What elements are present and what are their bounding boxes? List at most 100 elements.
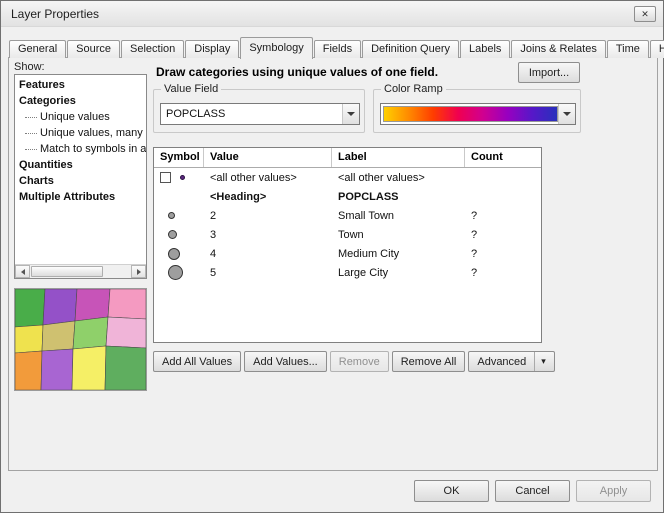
value-field-combobox[interactable]: POPCLASS [160,103,360,125]
color-ramp-group-label: Color Ramp [381,83,446,95]
tab-definition-query[interactable]: Definition Query [362,40,459,58]
scroll-right-button[interactable] [131,265,146,278]
label-cell: Large City [332,267,465,279]
close-icon: ✕ [641,9,649,19]
map-polygon [41,349,73,390]
column-header-count: Count [465,148,541,167]
table-row[interactable]: 2Small Town? [154,206,541,225]
advanced-button[interactable]: Advanced▾ [468,351,554,372]
show-item-unique-values-many[interactable]: Unique values, many [15,125,146,141]
map-polygon [42,321,75,351]
label-cell: Medium City [332,248,465,260]
column-header-label: Label [332,148,465,167]
count-cell: ? [465,229,541,241]
show-item-features[interactable]: Features [15,77,146,93]
remove-button[interactable]: Remove [330,351,389,372]
layer-properties-dialog: Layer Properties ✕ GeneralSourceSelectio… [0,0,664,513]
table-row[interactable]: 3Town? [154,225,541,244]
close-button[interactable]: ✕ [634,6,656,22]
apply-button[interactable]: Apply [576,480,651,502]
scroll-left-button[interactable] [15,265,30,278]
tree-connector-icon [25,133,37,134]
symbol-cell [154,244,204,263]
table-row[interactable]: 4Medium City? [154,244,541,263]
tree-connector-icon [25,117,37,118]
add-all-values-button[interactable]: Add All Values [153,351,241,372]
table-row[interactable]: 5Large City? [154,263,541,282]
show-item-unique-values[interactable]: Unique values [15,109,146,125]
chevron-down-icon [563,112,571,116]
map-polygon [73,317,108,349]
map-polygon [75,289,110,321]
tree-horizontal-scrollbar[interactable] [15,264,146,278]
scroll-left-icon [21,269,25,275]
values-table-header: SymbolValueLabelCount [154,148,541,168]
show-tree: Features Categories Unique values Unique va… [15,77,146,205]
symbology-preview [14,288,147,391]
symbol-cell [154,206,204,225]
tab-joins-relates[interactable]: Joins & Relates [511,40,605,58]
color-ramp-group: Color Ramp [373,89,581,133]
value-field-selected: POPCLASS [161,108,342,120]
show-item-label: Unique values, many [40,127,143,139]
symbol-cell [154,225,204,244]
tab-general[interactable]: General [9,40,66,58]
count-cell: ? [465,267,541,279]
show-item-label: Unique values [40,111,110,123]
value-cell: 2 [204,210,332,222]
label-cell: Small Town [332,210,465,222]
ok-button[interactable]: OK [414,480,489,502]
color-ramp-combobox[interactable] [380,103,576,125]
map-polygon [72,346,106,390]
map-polygon [108,289,146,319]
value-field-dropdown-button[interactable] [342,104,359,124]
show-item-charts[interactable]: Charts [15,173,146,189]
titlebar[interactable]: Layer Properties ✕ [1,1,663,27]
show-item-label: Charts [19,175,54,187]
tab-time[interactable]: Time [607,40,649,58]
tree-connector-icon [25,149,37,150]
action-button-row: Add All ValuesAdd Values... Remove Remove … [153,351,555,372]
color-ramp-preview [383,106,558,122]
map-polygon [43,289,77,325]
tab-labels[interactable]: Labels [460,40,510,58]
show-item-multiple-attributes[interactable]: Multiple Attributes [15,189,146,205]
unique-values-table: SymbolValueLabelCount <all other values>… [153,147,542,343]
point-symbol-icon [168,265,183,280]
map-polygon [15,289,45,327]
button-label: Remove All [401,356,457,368]
label-cell: <all other values> [332,172,465,184]
point-symbol-icon [168,230,177,239]
tab-html-popup[interactable]: HTML Popup [650,40,664,58]
tab-selection[interactable]: Selection [121,40,184,58]
tab-symbology[interactable]: Symbology [240,37,312,59]
values-table-body: <all other values><all other values><Hea… [154,168,541,282]
table-row[interactable]: <all other values><all other values> [154,168,541,187]
panel-description: Draw categories using unique values of o… [156,65,438,79]
show-item-match-to-symbols-in-a[interactable]: Match to symbols in a [15,141,146,157]
table-row[interactable]: <Heading>POPCLASS [154,187,541,206]
show-item-label: Features [19,79,65,91]
color-ramp-dropdown-button[interactable] [558,104,575,124]
symbol-cell [154,168,204,187]
button-label: Remove [339,356,380,368]
scroll-track[interactable] [30,265,131,278]
value-field-group-label: Value Field [161,83,221,95]
tab-source[interactable]: Source [67,40,120,58]
tab-display[interactable]: Display [185,40,239,58]
count-cell: ? [465,248,541,260]
remove-all-button[interactable]: Remove All [392,351,466,372]
value-cell: 4 [204,248,332,260]
cancel-button[interactable]: Cancel [495,480,570,502]
add-values-button[interactable]: Add Values... [244,351,327,372]
show-item-categories[interactable]: Categories [15,93,146,109]
footer-button-row: OK Cancel Apply [414,480,651,502]
tab-fields[interactable]: Fields [314,40,361,58]
all-other-values-checkbox[interactable] [160,172,171,183]
scroll-thumb[interactable] [31,266,103,277]
point-symbol-icon [168,248,180,260]
import-button[interactable]: Import... [518,62,580,83]
value-cell: <all other values> [204,172,332,184]
show-item-quantities[interactable]: Quantities [15,157,146,173]
map-preview-svg [15,289,146,390]
